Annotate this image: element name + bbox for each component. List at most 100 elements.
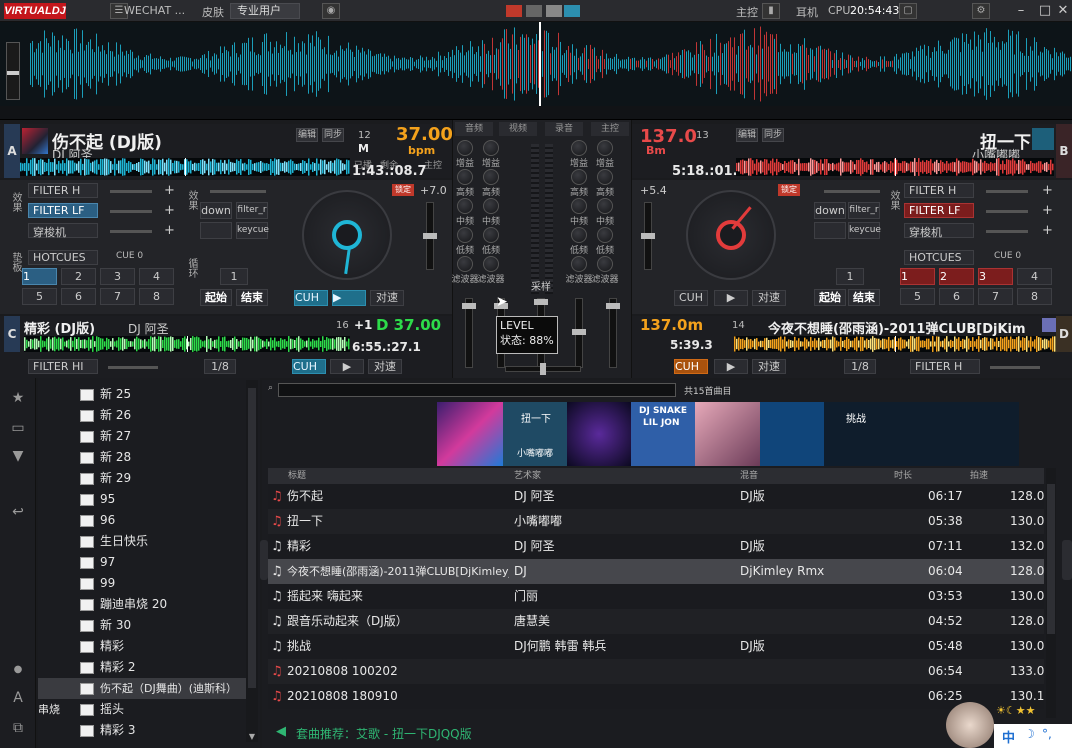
deck-b-filter-lf-select[interactable]: FILTER LF	[904, 203, 974, 218]
deck-a-fx3-add-icon[interactable]: +	[164, 223, 175, 238]
ime-mode[interactable]: 中	[1002, 727, 1015, 746]
channel-a-fader[interactable]	[462, 298, 476, 368]
deck-b-cue-button[interactable]: CUH	[674, 290, 708, 306]
ime-toolbar[interactable]: 中 ☽ °,	[994, 724, 1072, 748]
deck-a-cue-button[interactable]: CUH	[294, 290, 328, 306]
layout-icon-a[interactable]	[506, 5, 522, 17]
eq-knob-3-2[interactable]	[571, 227, 587, 243]
deck-b-edit-button[interactable]: 编辑	[736, 128, 758, 142]
deck-b-fx3-add-icon[interactable]: +	[1042, 223, 1053, 238]
deck-b-fx2-slider[interactable]	[986, 210, 1028, 213]
deck-c-letter[interactable]: C	[4, 316, 20, 352]
deck-b-loop-value[interactable]: 1	[836, 268, 864, 285]
overview-waveform[interactable]	[0, 22, 1072, 106]
track-row[interactable]: ♫ 扭一下 小嘴嘟嘟 05:38 130.0	[268, 509, 1044, 534]
track-row[interactable]: ♫ 跟音乐动起来（DJ版） 唐慧美 04:52 128.0	[268, 609, 1044, 634]
folder-item[interactable]: 摇头	[38, 699, 246, 720]
deck-a-fx1-slider[interactable]	[110, 190, 152, 193]
eq-knob-4-0[interactable]	[457, 256, 473, 272]
settings-gear-icon[interactable]: ⚙	[972, 3, 990, 19]
folder-item[interactable]: 精彩 3	[38, 720, 246, 741]
deck-c-filter-slider[interactable]	[108, 366, 158, 369]
deck-a-pad-8[interactable]: 8	[139, 288, 174, 305]
folder-item[interactable]: 新 25	[38, 384, 246, 405]
channel-d-fader[interactable]	[572, 298, 586, 368]
maximize-icon[interactable]: □	[1036, 2, 1054, 20]
deck-b-pad-5[interactable]: 5	[900, 288, 935, 305]
ime-punct-icon[interactable]: °,	[1042, 727, 1052, 741]
eq-knob-3-0[interactable]	[457, 227, 473, 243]
deck-b-pad-3[interactable]: 3	[978, 268, 1013, 285]
col-bpm[interactable]: 拍速	[970, 468, 988, 484]
eq-knob-2-3[interactable]	[597, 198, 613, 214]
mixer-tab-record[interactable]: 录音	[545, 122, 583, 136]
folder-item[interactable]: 精彩 2	[38, 657, 246, 678]
deck-a-pad-1[interactable]: 1	[22, 268, 57, 285]
deck-b-hotcue-select[interactable]: HOTCUES	[904, 250, 974, 265]
deck-b-pad-8[interactable]: 8	[1017, 288, 1052, 305]
eq-knob-2-1[interactable]	[483, 198, 499, 214]
layout-icon-c[interactable]	[546, 5, 562, 17]
eq-knob-4-3[interactable]	[597, 256, 613, 272]
favorites-star-icon[interactable]: ★	[8, 388, 28, 408]
deck-c-cue-button[interactable]: CUH	[292, 359, 326, 374]
deck-b-shuttle-select[interactable]: 穿梭机	[904, 223, 974, 239]
deck-c-sync-button[interactable]: 对速	[368, 359, 402, 374]
deck-b-pad-1[interactable]: 1	[900, 268, 935, 285]
eq-knob-0-1[interactable]	[483, 140, 499, 156]
deck-d-loop-value[interactable]: 1/8	[844, 359, 876, 374]
deck-a-edit-button[interactable]: 编辑	[296, 128, 318, 142]
deck-d-filter-select[interactable]: FILTER H	[910, 359, 980, 374]
avatar[interactable]	[946, 702, 994, 748]
recommend-text[interactable]: 套曲推荐：艾歌 - 扭一下DJQQ版	[296, 725, 472, 742]
filter-icon[interactable]: ▼	[8, 446, 28, 466]
deck-b-pad-7[interactable]: 7	[978, 288, 1013, 305]
mixer-tab-audio[interactable]: 音频	[455, 122, 493, 136]
album-art-1[interactable]	[437, 402, 503, 466]
album-art-7[interactable]: 挑战	[824, 402, 1019, 466]
mixer-tab-master[interactable]: 主控	[591, 122, 629, 136]
deck-b-pad-2[interactable]: 2	[939, 268, 974, 285]
track-row[interactable]: ♫ 精彩 DJ 阿圣 DJ版 07:11 132.0	[268, 534, 1044, 559]
search-icon[interactable]: ⌕	[268, 383, 273, 393]
deck-a-loop-in-button[interactable]: 起始	[200, 289, 232, 306]
deck-b-filter-h-select[interactable]: FILTER H	[904, 183, 974, 198]
folder-item[interactable]: 新 27	[38, 426, 246, 447]
deck-a-loop-value[interactable]: 1	[220, 268, 248, 285]
deck-a-sync-button[interactable]: 同步	[322, 128, 344, 142]
search-input[interactable]	[278, 383, 676, 397]
deck-d-letter[interactable]: D	[1056, 316, 1072, 352]
deck-a-pad-5[interactable]: 5	[22, 288, 57, 305]
deck-a-fx2-slider[interactable]	[110, 210, 152, 213]
track-row[interactable]: ♫ 挑战 DJ何鹏 韩雷 韩兵 DJ版 05:48 130.0	[268, 634, 1044, 659]
zoom-slider[interactable]	[6, 42, 20, 100]
minimize-icon[interactable]: –	[1012, 2, 1030, 20]
deck-b-pad-4[interactable]: 4	[1017, 268, 1052, 285]
eq-knob-4-1[interactable]	[483, 256, 499, 272]
drive-icon[interactable]: ▭	[8, 418, 28, 438]
deck-b-waveform[interactable]	[736, 158, 1054, 176]
deck-c-play-button[interactable]: ▶	[330, 359, 364, 374]
col-length[interactable]: 时长	[894, 468, 912, 484]
deck-a-sample-slider[interactable]	[210, 190, 266, 193]
deck-b-play-button[interactable]: ▶	[714, 290, 748, 306]
deck-a-fx-slot-filter[interactable]: filter_r	[236, 202, 268, 219]
track-row[interactable]: ♫ 20210808 100202 06:54 133.0	[268, 659, 1044, 684]
deck-a-filter-h-select[interactable]: FILTER H	[28, 183, 98, 198]
deck-b-letter[interactable]: B	[1056, 124, 1072, 178]
folder-item[interactable]: 生日快乐	[38, 531, 246, 552]
eq-knob-2-2[interactable]	[571, 198, 587, 214]
skin-select[interactable]: 专业用户	[230, 3, 300, 19]
font-size-icon[interactable]: A	[8, 688, 28, 708]
fullscreen-icon[interactable]: ▢	[899, 3, 917, 19]
deck-b-fx-slot-keycue[interactable]: keycue	[848, 222, 881, 239]
deck-a-loop-out-button[interactable]: 结束	[236, 289, 268, 306]
deck-a-filter-lf-select[interactable]: FILTER LF	[28, 203, 98, 218]
deck-d-cue-button[interactable]: CUH	[674, 359, 708, 374]
master-vol-icon[interactable]: ▮	[762, 3, 780, 19]
track-row[interactable]: ♫ 伤不起 DJ 阿圣 DJ版 06:17 128.0	[268, 484, 1044, 509]
deck-b-pitch-slider[interactable]	[641, 202, 655, 270]
track-row[interactable]: ♫ 20210808 180910 06:25 130.1	[268, 684, 1044, 709]
deck-b-pad-6[interactable]: 6	[939, 288, 974, 305]
folder-scrollbar[interactable]: ▼	[246, 380, 258, 742]
